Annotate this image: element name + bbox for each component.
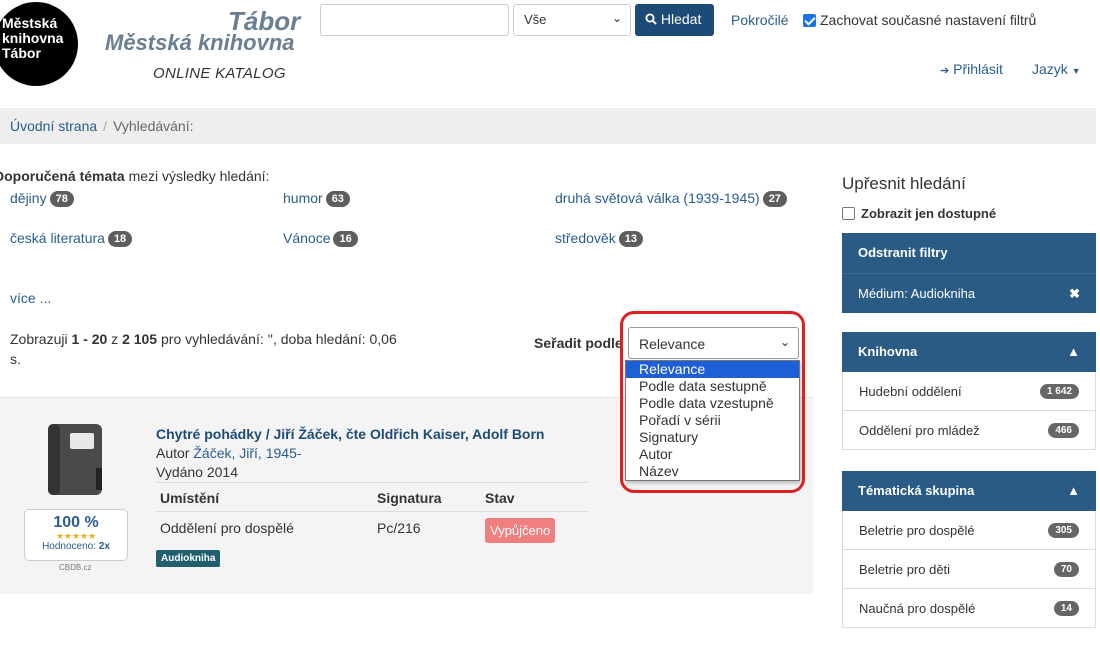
topics-heading: Doporučená témata mezi výsledky hledání: [0,168,270,184]
holdings-row: Oddělení pro dospělé Pc/216 Vypůjčeno [156,512,588,548]
close-icon[interactable]: ✖ [1069,274,1080,313]
refine-title: Upřesnit hledání [842,174,966,193]
topic-facet: Tématická skupina ▲ Beletrie pro dospělé 3… [842,471,1096,628]
active-filter[interactable]: Médium: Audiokniha ✖ [842,273,1096,313]
collapse-icon: ▲ [1067,344,1080,359]
annotation-highlight [620,311,805,493]
result-author: Autor Žáček, Jiří, 1945- [156,445,302,461]
facet-item[interactable]: Beletrie pro děti 70 [842,550,1096,589]
facet-count: 14 [1053,600,1079,616]
logo-line-2: knihovna [2,30,64,46]
keep-filters-checkbox[interactable] [803,13,816,27]
topic-count-badge: 27 [762,191,787,207]
topic-facet-header[interactable]: Tématická skupina ▲ [842,471,1096,511]
more-topics-link[interactable]: více ... [10,290,51,306]
caret-down-icon: ▼ [1071,66,1081,76]
logo-title-library: Městská knihovna [105,30,295,55]
keep-filters-label: Zachovat současné nastavení filtrů [820,12,1037,28]
result-title-link[interactable]: Chytré pohádky / Jiří Žáček, čte Oldřich… [156,426,544,442]
rating-count: Hodnoceno: 2x [42,541,110,552]
login-label: Přihlásit [953,61,1003,77]
search-input[interactable] [320,4,509,36]
facet-count: 1 642 [1039,383,1079,399]
keep-filters-toggle[interactable]: Zachovat současné nastavení filtrů [803,12,1036,28]
facet-count: 305 [1048,522,1079,538]
format-badge: Audiokniha [156,550,221,567]
rating-stars: ★★★★★ [55,531,97,541]
search-scope-select[interactable]: Vše ⌄ [513,4,631,36]
col-signature: Signatura [377,490,442,506]
facet-item[interactable]: Hudební oddělení 1 642 [842,372,1096,411]
topic-link[interactable]: česká literatura 18 [10,230,133,247]
facet-item[interactable]: Beletrie pro dospělé 305 [842,511,1096,550]
advanced-search-link[interactable]: Pokročilé [731,12,789,28]
author-link[interactable]: Žáček, Jiří, 1945- [193,445,301,461]
topic-count-badge: 63 [325,191,350,207]
holding-location: Oddělení pro dospělé [160,520,294,536]
breadcrumb-home[interactable]: Úvodní strana [10,118,97,134]
breadcrumb-separator: / [103,118,108,134]
search-icon [645,13,657,25]
login-link[interactable]: ➔ Přihlásit [940,61,1003,77]
facet-count: 70 [1053,561,1079,577]
col-location: Umístění [160,490,220,506]
library-logo[interactable]: Městská knihovna Tábor [0,2,78,86]
result-year: Vydáno 2014 [156,464,238,480]
results-summary: Zobrazuji 1 - 20 z 2 105 pro vyhledávání… [10,331,397,367]
logo-line-1: Městská [2,15,58,31]
topic-count-badge: 13 [618,231,643,247]
only-available-label: Zobrazit jen dostupné [861,206,997,221]
facet-item[interactable]: Oddělení pro mládež 466 [842,411,1096,450]
filters-panel: Odstranit filtry Médium: Audiokniha ✖ [842,233,1096,313]
collapse-icon: ▲ [1067,483,1080,498]
chevron-down-icon: ⌄ [611,11,622,25]
library-facet: Knihovna ▲ Hudební oddělení 1 642 Oddělení… [842,332,1096,450]
facet-count: 466 [1048,422,1079,438]
holding-signature: Pc/216 [377,520,421,536]
library-facet-header[interactable]: Knihovna ▲ [842,332,1096,372]
remove-filters-header: Odstranit filtry [842,233,1096,273]
rating-percent: 100 % [53,514,99,531]
search-button-label: Hledat [660,11,702,27]
search-button[interactable]: Hledat [635,4,714,36]
search-scope-value: Vše [524,12,547,27]
status-badge: Vypůjčeno [485,518,556,543]
rating-source: CBDB.cz [59,563,92,572]
topic-link[interactable]: druhá světová válka (1939-1945) 27 [555,190,787,207]
active-filter-label: Médium: Audiokniha [858,286,976,301]
topic-link[interactable]: dějiny 78 [10,190,74,207]
holdings-header: Umístění Signatura Stav [156,482,588,512]
only-available-checkbox[interactable] [842,207,855,220]
sign-in-icon: ➔ [940,65,950,77]
breadcrumb-current: Vyhledávání: [113,118,194,134]
topic-link[interactable]: humor 63 [283,190,350,207]
topic-link[interactable]: středověk 13 [555,230,643,247]
rating-widget[interactable]: 100 % ★★★★★ Hodnoceno: 2x [24,509,128,561]
language-label: Jazyk [1032,61,1068,77]
col-status: Stav [485,490,515,506]
topic-count-badge: 16 [333,231,358,247]
topic-count-badge: 78 [49,191,74,207]
book-icon [48,424,102,495]
topic-link[interactable]: Vánoce 16 [283,230,358,247]
sort-label: Seřadit podle [534,335,623,351]
only-available-toggle[interactable]: Zobrazit jen dostupné [842,206,996,221]
topic-count-badge: 18 [107,231,133,247]
language-menu[interactable]: Jazyk ▼ [1032,61,1081,77]
logo-line-3: Tábor [2,45,41,61]
logo-subtitle: ONLINE KATALOG [153,65,286,82]
facet-item[interactable]: Naučná pro dospělé 14 [842,589,1096,628]
breadcrumb: Úvodní strana / Vyhledávání: [0,108,1096,144]
